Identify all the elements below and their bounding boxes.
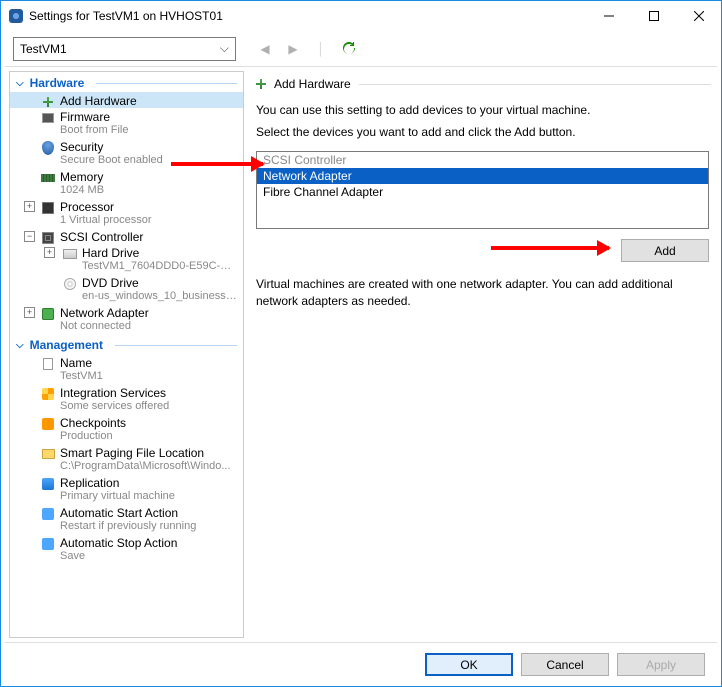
hdd-icon — [62, 246, 78, 262]
tree-item-add-hardware[interactable]: Add Hardware — [10, 92, 243, 108]
dvd-icon — [62, 276, 78, 292]
management-section-header[interactable]: ⌵ Management — [10, 334, 243, 354]
cancel-button[interactable]: Cancel — [521, 653, 609, 676]
auto-stop-icon — [40, 536, 56, 552]
device-scsi-controller[interactable]: SCSI Controller — [257, 152, 708, 168]
settings-tree[interactable]: ⌵ Hardware Add Hardware Firmware Boot fr… — [9, 71, 244, 638]
auto-start-icon — [40, 506, 56, 522]
memory-icon — [40, 170, 56, 186]
tree-item-paging-file[interactable]: Smart Paging File Location C:\ProgramDat… — [10, 444, 243, 474]
add-hardware-icon — [256, 79, 266, 89]
hardware-section-header[interactable]: ⌵ Hardware — [10, 72, 243, 92]
expand-toggle[interactable]: + — [44, 247, 55, 258]
vm-selected-name: TestVM1 — [20, 42, 67, 56]
services-icon — [40, 386, 56, 402]
nav-forward-button[interactable]: ▶ — [282, 38, 304, 60]
device-help-text: Virtual machines are created with one ne… — [252, 266, 713, 320]
description-line-1: You can use this setting to add devices … — [256, 101, 709, 119]
device-fibre-channel[interactable]: Fibre Channel Adapter — [257, 184, 708, 200]
tree-item-network-adapter[interactable]: + Network Adapter Not connected — [10, 304, 243, 334]
apply-button[interactable]: Apply — [617, 653, 705, 676]
refresh-button[interactable] — [338, 38, 360, 60]
tree-item-processor[interactable]: + Processor 1 Virtual processor — [10, 198, 243, 228]
device-list[interactable]: SCSI Controller Network Adapter Fibre Ch… — [256, 151, 709, 229]
toolbar: TestVM1 ⌵ ◀ ▶ │ — [5, 31, 717, 67]
dialog-footer: OK Cancel Apply — [5, 642, 717, 686]
chevron-down-icon: ⌵ — [220, 41, 229, 56]
right-pane-title: Add Hardware — [274, 77, 351, 91]
minimize-button[interactable] — [586, 1, 631, 31]
firmware-icon — [40, 110, 56, 126]
titlebar: Settings for TestVM1 on HVHOST01 — [1, 1, 721, 31]
settings-window: Settings for TestVM1 on HVHOST01 TestVM1… — [0, 0, 722, 687]
tree-item-security[interactable]: Security Secure Boot enabled — [10, 138, 243, 168]
device-network-adapter[interactable]: Network Adapter — [257, 168, 708, 184]
expand-toggle[interactable]: + — [24, 307, 35, 318]
tree-item-auto-stop[interactable]: Automatic Stop Action Save — [10, 534, 243, 564]
checkpoints-icon — [40, 416, 56, 432]
expand-toggle[interactable]: − — [24, 231, 35, 242]
tree-item-checkpoints[interactable]: Checkpoints Production — [10, 414, 243, 444]
tree-item-firmware[interactable]: Firmware Boot from File — [10, 108, 243, 138]
tree-item-name[interactable]: Name TestVM1 — [10, 354, 243, 384]
toolbar-separator: │ — [310, 38, 332, 60]
right-pane: Add Hardware You can use this setting to… — [252, 71, 713, 638]
shield-icon — [40, 140, 56, 156]
expand-icon: ⌵ — [16, 340, 24, 351]
nic-icon — [40, 306, 56, 322]
tree-item-integration-services[interactable]: Integration Services Some services offer… — [10, 384, 243, 414]
folder-icon — [40, 446, 56, 462]
settings-icon — [9, 9, 23, 23]
name-icon — [40, 356, 56, 372]
close-button[interactable] — [676, 1, 721, 31]
vm-selector[interactable]: TestVM1 ⌵ — [13, 37, 236, 61]
replication-icon — [40, 476, 56, 492]
tree-item-auto-start[interactable]: Automatic Start Action Restart if previo… — [10, 504, 243, 534]
expand-toggle[interactable]: + — [24, 201, 35, 212]
tree-item-memory[interactable]: Memory 1024 MB — [10, 168, 243, 198]
expand-icon: ⌵ — [16, 78, 24, 89]
ok-button[interactable]: OK — [425, 653, 513, 676]
nav-back-button[interactable]: ◀ — [254, 38, 276, 60]
description-line-2: Select the devices you want to add and c… — [256, 123, 709, 141]
maximize-button[interactable] — [631, 1, 676, 31]
processor-icon — [40, 200, 56, 216]
window-title: Settings for TestVM1 on HVHOST01 — [29, 9, 223, 23]
tree-item-hard-drive[interactable]: + Hard Drive TestVM1_7604DDD0-E59C-4D... — [10, 244, 243, 274]
tree-item-replication[interactable]: Replication Primary virtual machine — [10, 474, 243, 504]
tree-item-dvd-drive[interactable]: DVD Drive en-us_windows_10_business_... — [10, 274, 243, 304]
add-button[interactable]: Add — [621, 239, 709, 262]
tree-item-scsi[interactable]: − SCSI Controller — [10, 228, 243, 244]
